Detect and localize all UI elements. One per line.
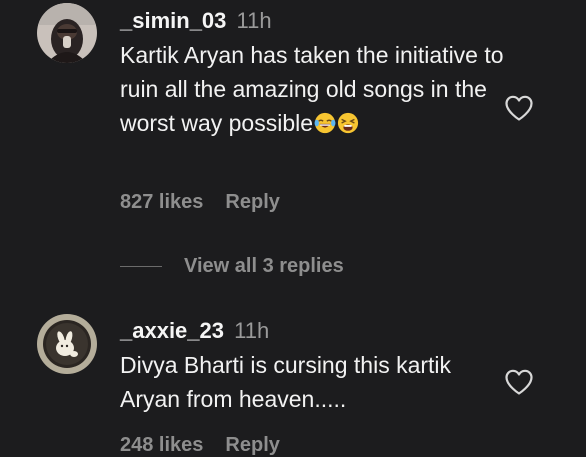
comment-body: _axxie_23 11h Divya Bharti is cursing th… <box>120 316 506 416</box>
reply-button[interactable]: Reply <box>225 434 279 457</box>
comment-actions: 248 likes Reply <box>120 434 280 457</box>
likes-count[interactable]: 827 likes <box>120 191 203 214</box>
like-button[interactable] <box>504 368 534 396</box>
comment-text-content: Kartik Aryan has taken the initiative to… <box>120 42 504 136</box>
comment-text: Kartik Aryan has taken the initiative to… <box>120 38 506 140</box>
avatar-image <box>37 314 97 374</box>
avatar[interactable] <box>37 314 97 374</box>
heart-outline-icon <box>505 369 533 395</box>
comment-header: _axxie_23 11h <box>120 316 506 346</box>
replies-divider-line <box>120 266 162 268</box>
view-replies-label: View all 3 replies <box>184 255 344 277</box>
likes-count[interactable]: 248 likes <box>120 434 203 457</box>
like-button[interactable] <box>504 94 534 122</box>
username[interactable]: _simin_03 <box>120 8 226 33</box>
timestamp: 11h <box>234 318 270 343</box>
timestamp: 11h <box>236 8 272 33</box>
comment-body: _simin_03 11h Kartik Aryan has taken the… <box>120 6 506 140</box>
username[interactable]: _axxie_23 <box>120 318 224 343</box>
comment-item: _simin_03 11h Kartik Aryan has taken the… <box>0 0 586 277</box>
reply-button[interactable]: Reply <box>225 191 279 214</box>
avatar[interactable] <box>37 3 97 63</box>
comment-text: Divya Bharti is cursing this kartik Arya… <box>120 352 452 412</box>
avatar-image <box>37 3 97 63</box>
view-replies-button[interactable]: View all 3 replies <box>120 255 344 279</box>
comment-header: _simin_03 11h <box>120 6 506 36</box>
face-with-tears-of-joy-icon <box>314 112 336 134</box>
heart-outline-icon <box>505 95 533 121</box>
comment-item: _axxie_23 11h Divya Bharti is cursing th… <box>0 310 586 456</box>
comment-actions: 827 likes Reply <box>120 191 280 214</box>
tired-face-icon <box>337 112 359 134</box>
